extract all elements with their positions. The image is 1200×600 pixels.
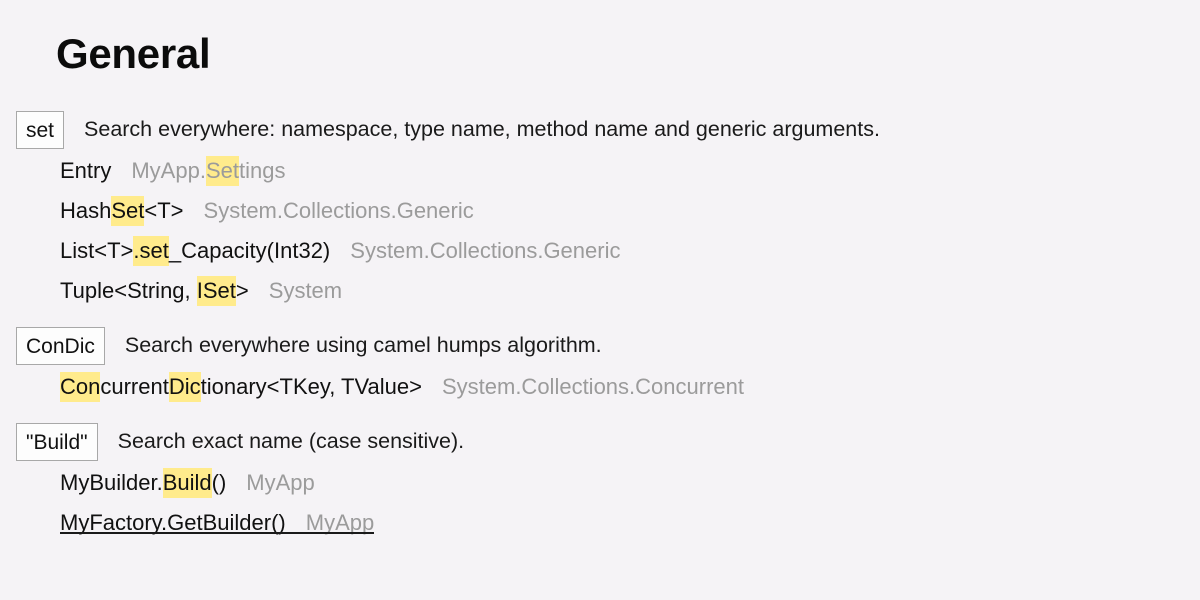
text-fragment: System (268, 278, 343, 303)
match-highlight: Set (111, 196, 145, 226)
text-fragment: Entry (60, 158, 112, 183)
result-name: HashSet<T> (60, 196, 184, 226)
result-location: MyApp (306, 512, 374, 534)
match-highlight: .set (133, 236, 169, 266)
text-fragment: tings (238, 158, 286, 183)
section-description: Search everywhere: namespace, type name,… (84, 117, 880, 142)
result-location: System.Collections.Generic (204, 200, 474, 222)
result-row[interactable]: ConcurrentDictionary<TKey, TValue> System… (0, 372, 1200, 416)
search-query-chip[interactable]: "Build" (16, 423, 98, 461)
result-location: MyApp (246, 472, 314, 494)
result-location: System.Collections.Concurrent (442, 376, 744, 398)
text-fragment: System.Collections.Generic (203, 198, 474, 223)
help-section: ConDic Search everywhere using camel hump… (0, 326, 1200, 416)
match-highlight: Set (205, 156, 239, 186)
text-fragment: Hash (60, 198, 112, 223)
result-location: MyApp.Settings (131, 156, 286, 186)
section-description: Search everywhere using camel humps algo… (124, 333, 602, 358)
result-location: System.Collections.Generic (350, 240, 620, 262)
section-header: "Build" Search exact name (case sensitive… (0, 422, 1200, 462)
results-list: MyBuilder.Build() MyApp MyFactory.GetBuild… (0, 462, 1200, 552)
match-highlight: Con (60, 372, 101, 402)
text-fragment: > (235, 278, 249, 303)
search-query-chip[interactable]: ConDic (16, 327, 105, 365)
result-row[interactable]: List<T>.set_Capacity(Int32) System.Collec… (0, 236, 1200, 280)
help-section: set Search everywhere: namespace, type na… (0, 110, 1200, 320)
help-section: "Build" Search exact name (case sensitive… (0, 422, 1200, 552)
text-fragment: <T> (144, 198, 184, 223)
result-name: MyFactory.GetBuilder() (60, 512, 286, 534)
text-fragment: List<T> (60, 238, 134, 263)
text-fragment: _Capacity(Int32) (168, 238, 331, 263)
help-page: General set Search everywhere: namespace,… (0, 0, 1200, 600)
text-fragment: System.Collections.Concurrent (441, 374, 744, 399)
strikethrough-line (60, 532, 375, 534)
result-row[interactable]: HashSet<T> System.Collections.Generic (0, 196, 1200, 240)
search-query-chip[interactable]: set (16, 111, 65, 149)
section-header: ConDic Search everywhere using camel hump… (0, 326, 1200, 366)
text-fragment: () (211, 470, 227, 495)
result-row[interactable]: Tuple<String, ISet> System (0, 276, 1200, 320)
text-fragment: current (100, 374, 169, 399)
results-list: ConcurrentDictionary<TKey, TValue> System… (0, 366, 1200, 416)
text-fragment: tionary<TKey, TValue> (200, 374, 422, 399)
result-name: List<T>.set_Capacity(Int32) (60, 236, 331, 266)
text-fragment: System.Collections.Generic (350, 238, 621, 263)
section-header: set Search everywhere: namespace, type na… (0, 110, 1200, 150)
result-name: Tuple<String, ISet> (60, 276, 249, 306)
result-name: ConcurrentDictionary<TKey, TValue> (60, 372, 422, 402)
text-fragment: MyApp. (131, 158, 206, 183)
result-row[interactable]: MyBuilder.Build() MyApp (0, 468, 1200, 512)
match-highlight: Build (162, 468, 212, 498)
text-fragment: MyBuilder. (60, 470, 163, 495)
match-highlight: ISet (196, 276, 236, 306)
result-name: Entry (60, 160, 111, 182)
text-fragment: MyApp (246, 470, 315, 495)
result-name: MyBuilder.Build() (60, 468, 227, 498)
page-title: General (56, 30, 211, 77)
result-row[interactable]: MyFactory.GetBuilder() MyApp (0, 512, 1200, 552)
match-highlight: Dic (168, 372, 201, 402)
sections-container: set Search everywhere: namespace, type na… (0, 110, 1200, 558)
result-location: System (269, 280, 342, 302)
results-list: Entry MyApp.Settings HashSet<T> System.Coll… (0, 150, 1200, 320)
result-row[interactable]: Entry MyApp.Settings (0, 156, 1200, 200)
section-description: Search exact name (case sensitive). (117, 429, 465, 454)
text-fragment: Tuple<String, (60, 278, 197, 303)
